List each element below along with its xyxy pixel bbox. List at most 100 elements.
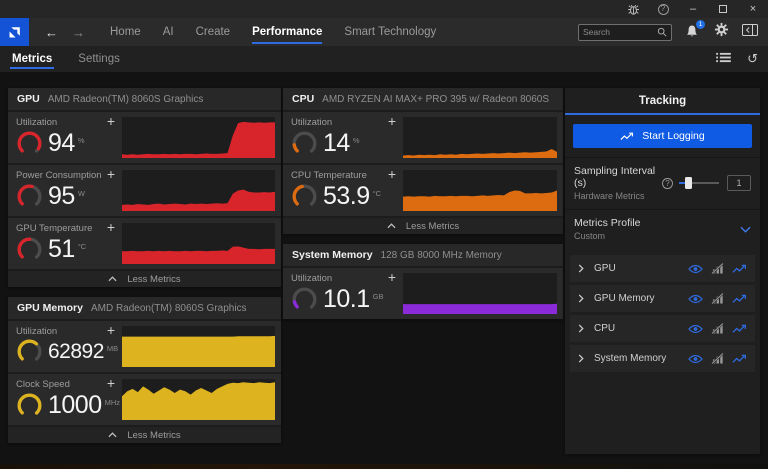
settings-button[interactable] [714,22,729,42]
tracking-title: Tracking [638,94,687,107]
gauge [16,338,43,365]
tab-settings[interactable]: Settings [76,46,122,72]
sparkline-chart [122,117,275,158]
panel-toggle-icon [742,24,758,36]
nav-item-smart-technology[interactable]: Smart Technology [333,18,447,46]
visibility-eye-icon[interactable] [688,264,703,274]
chevron-right-icon[interactable] [578,290,584,308]
histogram-disabled-icon[interactable] [711,323,724,334]
sparkline-chart [122,223,275,264]
back-button[interactable]: ← [45,25,58,40]
line-graph-icon[interactable] [732,324,747,334]
section-subtitle: AMD Radeon(TM) 8060S Graphics [90,302,247,314]
tracking-row-label: GPU Memory [594,293,655,304]
less-metrics-label: Less Metrics [405,220,460,232]
tracking-row-gpu[interactable]: GPU [570,255,755,282]
search-box[interactable] [578,23,672,41]
nav-item-performance[interactable]: Performance [241,18,333,46]
bug-report-button[interactable] [618,0,648,18]
help-icon[interactable]: ? [662,177,673,189]
start-logging-button[interactable]: Start Logging [573,124,752,148]
add-metric-button[interactable]: + [107,322,115,339]
chevron-right-icon[interactable] [578,350,584,368]
line-graph-icon[interactable] [732,354,747,364]
section-title: GPU Memory [17,302,83,314]
histogram-disabled-icon[interactable] [711,353,724,364]
gpu-utilization-tile: Utilization + 94 % [8,112,281,163]
tracking-metric-rows: GPU GPU Memory CPU System Memory [565,249,760,372]
line-graph-icon[interactable] [732,264,747,274]
metric-label: Power Consumption [16,170,102,181]
sampling-interval-value[interactable]: 1 [726,175,751,191]
chevron-right-icon[interactable] [578,320,584,338]
add-metric-button[interactable]: + [388,269,396,286]
metrics-profile-label: Metrics Profile [574,217,641,229]
amd-logo [0,18,29,46]
less-metrics-toggle[interactable]: Less Metrics [8,427,281,443]
maximize-button[interactable] [708,0,738,18]
section-subtitle: AMD Radeon(TM) 8060S Graphics [47,93,204,105]
chevron-up-icon [108,432,117,438]
less-metrics-toggle[interactable]: Less Metrics [283,218,563,234]
metric-unit: MB [106,344,119,353]
visibility-eye-icon[interactable] [688,354,703,364]
metric-label: Utilization [291,273,333,284]
right-column: Tracking Start Logging Sampling Interval… [565,88,760,454]
histogram-disabled-icon[interactable] [711,293,724,304]
tracking-row-cpu[interactable]: CPU [570,315,755,342]
metric-value: 1000 [48,391,102,419]
sparkline-chart [403,273,557,314]
metrics-content: GPU AMD Radeon(TM) 8060S Graphics Utiliz… [0,72,768,464]
add-metric-button[interactable]: + [388,166,396,183]
metric-unit: % [77,136,85,145]
metric-label: Utilization [16,326,58,337]
notifications-button[interactable]: 1 [685,20,705,40]
less-metrics-toggle[interactable]: Less Metrics [8,271,281,287]
histogram-disabled-icon[interactable] [711,263,724,274]
metric-value: 53.9 [323,182,370,210]
tracking-row-system-memory[interactable]: System Memory [570,345,755,372]
line-graph-icon[interactable] [732,294,747,304]
help-button[interactable]: ? [648,0,678,18]
add-metric-button[interactable]: + [107,219,115,236]
add-metric-button[interactable]: + [107,375,115,392]
metric-value: 51 [48,235,75,263]
tracking-row-gpu-memory[interactable]: GPU Memory [570,285,755,312]
add-metric-button[interactable]: + [107,166,115,183]
system-memory-utilization-tile: Utilization + 10.1 GB [283,268,563,319]
side-panel-toggle-button[interactable] [742,23,758,41]
metric-value: 62892 [48,339,104,363]
close-icon: × [749,2,757,15]
sampling-interval-label: Sampling Interval (s) [574,165,656,189]
add-metric-button[interactable]: + [107,113,115,130]
nav-item-create[interactable]: Create [185,18,242,46]
metrics-profile-section[interactable]: Metrics Profile Custom [565,209,760,249]
visibility-eye-icon[interactable] [688,324,703,334]
add-metric-button[interactable]: + [388,113,396,130]
tracking-row-label: CPU [594,323,616,334]
close-button[interactable]: × [738,0,768,18]
section-title: System Memory [292,249,373,261]
metric-label: GPU Temperature [16,223,93,234]
left-column: GPU AMD Radeon(TM) 8060S Graphics Utiliz… [8,88,281,443]
gpu-memory-section-header: GPU Memory AMD Radeon(TM) 8060S Graphics [8,297,281,319]
tab-metrics[interactable]: Metrics [10,46,55,72]
minimize-button[interactable]: – [678,0,708,18]
slider-handle[interactable] [684,177,692,189]
visibility-eye-icon[interactable] [688,294,703,304]
gpu-temperature-tile: GPU Temperature + 51 °C [8,218,281,269]
chevron-right-icon[interactable] [578,260,584,278]
cpu-temperature-tile: CPU Temperature + 53.9 °C [283,165,563,216]
chevron-down-icon[interactable] [740,220,751,238]
search-input[interactable] [583,27,657,37]
nav-item-home[interactable]: Home [99,18,152,46]
metric-unit: % [352,136,360,145]
sparkline-chart [122,170,275,211]
list-view-button[interactable] [716,50,731,68]
minimize-icon: – [689,2,697,15]
sampling-interval-slider[interactable] [678,177,719,189]
metric-unit: GB [372,292,384,301]
forward-button[interactable]: → [72,25,85,40]
reset-button[interactable]: ↺ [747,52,758,67]
nav-item-ai[interactable]: AI [152,18,185,46]
